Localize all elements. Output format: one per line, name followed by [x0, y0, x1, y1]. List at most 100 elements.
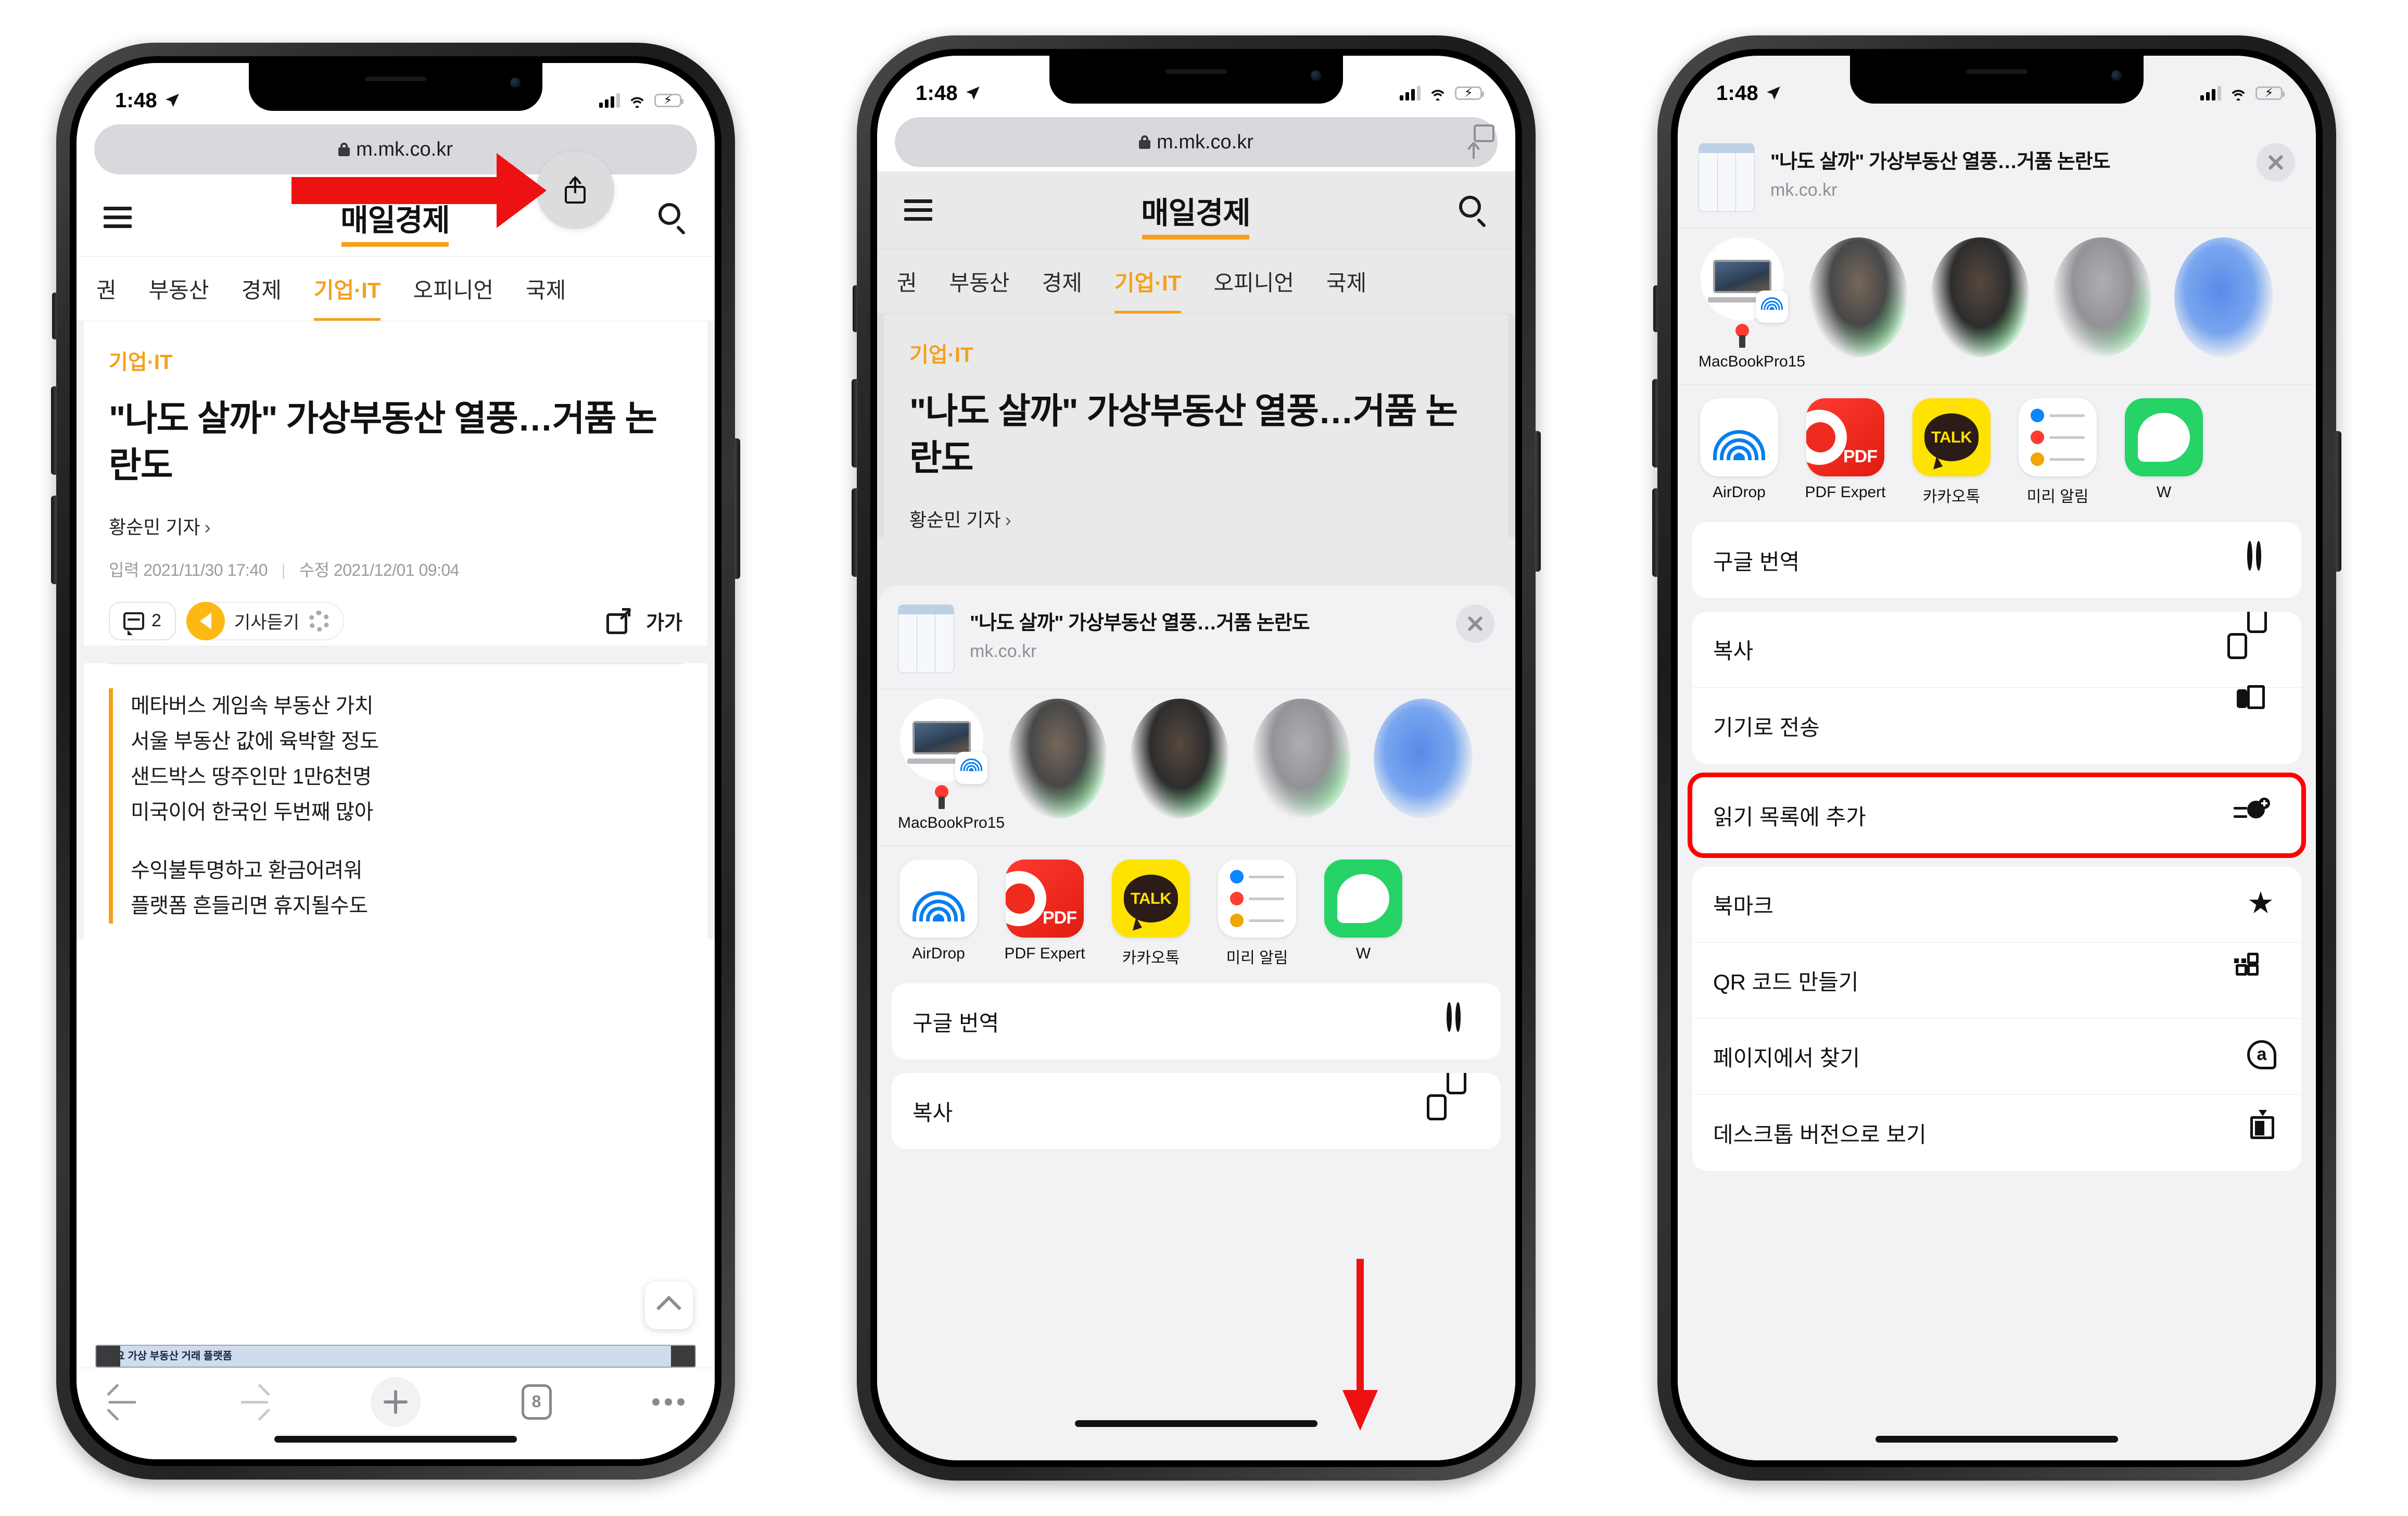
- menu-item-request-desktop-site[interactable]: 데스크톱 버전으로 보기: [1692, 1095, 2301, 1171]
- app-kakaotalk[interactable]: TALK 카카오톡: [1110, 860, 1192, 968]
- menu-item-google-translate[interactable]: 구글 번역: [892, 983, 1501, 1059]
- kakaotalk-icon: TALK: [1912, 398, 1991, 476]
- gear-icon[interactable]: [309, 610, 330, 631]
- phone-2-screen: 1:48 ⚡ m.mk.co.kr 매일경제 권 부동산 경제 기업·IT 오피…: [877, 56, 1515, 1460]
- app-label: 카카오톡: [1922, 488, 1981, 506]
- wifi-icon: [2232, 90, 2245, 100]
- app-airdrop[interactable]: AirDrop: [1699, 398, 1780, 501]
- kakaotalk-icon: TALK: [1112, 860, 1190, 938]
- app-whatsapp[interactable]: W: [2123, 398, 2204, 501]
- nav-item-2[interactable]: 경제: [242, 273, 282, 305]
- nav-item-5[interactable]: 국제: [526, 273, 566, 305]
- close-button[interactable]: [1456, 604, 1494, 643]
- site-nav: 권 부동산 경제 기업·IT 오피니언 국제: [877, 249, 1515, 314]
- menu-label: 읽기 목록에 추가: [1713, 804, 1866, 829]
- new-tab-button[interactable]: [371, 1376, 421, 1427]
- nav-item-4[interactable]: 오피니언: [413, 273, 493, 305]
- more-dots-icon[interactable]: [652, 1398, 685, 1406]
- menu-item-copy[interactable]: 복사: [1692, 612, 2301, 688]
- article-kicker: 기업·IT: [109, 351, 173, 374]
- article-byline[interactable]: 황순민 기자 ›: [909, 505, 1483, 532]
- airdrop-contact-blurred[interactable]: [1008, 699, 1107, 818]
- whatsapp-icon: [1324, 860, 1402, 938]
- address-bar[interactable]: m.mk.co.kr: [895, 117, 1498, 167]
- app-airdrop[interactable]: AirDrop: [898, 860, 979, 963]
- menu-item-create-qr-code[interactable]: QR 코드 만들기: [1692, 943, 2301, 1019]
- close-button[interactable]: [2257, 143, 2295, 182]
- airdrop-contact-blurred[interactable]: [1374, 699, 1473, 818]
- airdrop-contact-blurred[interactable]: [1809, 237, 1908, 357]
- airdrop-target[interactable]: MacBookPro15: [1699, 237, 1805, 371]
- airdrop-contact-blurred[interactable]: [1931, 237, 2030, 357]
- scroll-to-top-button[interactable]: [645, 1281, 693, 1329]
- menu-item-bookmark[interactable]: 북마크 ★: [1692, 867, 2301, 943]
- airdrop-icon: [1713, 411, 1765, 463]
- menu-item-find-on-page[interactable]: 페이지에서 찾기 a: [1692, 1019, 2301, 1095]
- nav-item-0[interactable]: 권: [96, 273, 117, 305]
- site-header: 매일경제: [877, 171, 1515, 249]
- listen-article-button[interactable]: 기사듣기: [186, 601, 345, 640]
- nav-item-3[interactable]: 기업·IT: [313, 273, 381, 321]
- nav-item-0[interactable]: 권: [897, 266, 917, 297]
- tab-count-button[interactable]: 8: [521, 1384, 552, 1420]
- app-pdf-expert[interactable]: PDF PDF Expert: [1004, 860, 1085, 963]
- nav-item-5[interactable]: 국제: [1326, 266, 1366, 297]
- airdrop-contact-blurred[interactable]: [1130, 699, 1229, 818]
- hamburger-icon[interactable]: [104, 207, 132, 228]
- hamburger-icon[interactable]: [904, 199, 932, 221]
- nav-item-1[interactable]: 부동산: [149, 273, 209, 305]
- nav-item-1[interactable]: 부동산: [949, 266, 1010, 297]
- pin-icon: [1734, 324, 1750, 348]
- notch: [249, 63, 542, 111]
- nav-item-3[interactable]: 기업·IT: [1114, 266, 1181, 313]
- app-label: 미리 알림: [1226, 950, 1288, 967]
- date-input-label: 입력: [109, 560, 139, 579]
- app-reminders[interactable]: 미리 알림: [2017, 398, 2098, 507]
- font-size-button[interactable]: 가가: [646, 607, 682, 635]
- reminders-icon: [2019, 398, 2097, 476]
- article: 기업·IT "나도 살까" 가상부동산 열풍…거품 논란도 황순민 기자 ›: [877, 314, 1515, 537]
- comment-button[interactable]: 2: [109, 601, 176, 640]
- search-icon[interactable]: [1459, 195, 1488, 228]
- menu-item-google-translate[interactable]: 구글 번역: [1692, 522, 2301, 598]
- menu-item-send-to-device[interactable]: 기기로 전송: [1692, 685, 2301, 764]
- battery-charging-icon: ⚡: [2255, 86, 2285, 100]
- share-sheet-host: mk.co.kr: [970, 641, 1037, 661]
- battery-charging-icon: ⚡: [1455, 86, 1484, 100]
- share-button-highlight[interactable]: [536, 151, 614, 229]
- article-dates: 입력 2021/11/30 17:40 | 수정 2021/12/01 09:0…: [109, 560, 460, 579]
- share-menu-group-1: 구글 번역: [1692, 522, 2301, 598]
- search-icon[interactable]: [658, 203, 688, 235]
- article: 기업·IT "나도 살까" 가상부동산 열풍…거품 논란도 황순민 기자 › 입력…: [77, 321, 715, 939]
- app-label: W: [2156, 484, 2172, 501]
- talk-badge: TALK: [1931, 428, 1972, 446]
- forward-arrow-icon[interactable]: [239, 1383, 270, 1421]
- airdrop-target[interactable]: MacBookPro15: [898, 699, 1005, 832]
- article-byline[interactable]: 황순민 기자 ›: [109, 512, 682, 539]
- airdrop-row: MacBookPro15: [1678, 228, 2316, 384]
- reminders-icon: [1218, 860, 1296, 938]
- airdrop-contact-blurred[interactable]: [2052, 237, 2151, 357]
- nav-item-2[interactable]: 경제: [1042, 266, 1082, 297]
- share-external-icon[interactable]: [606, 608, 631, 634]
- phone-3-frame: 1:48 ⚡ "나도 살까" 가상부동산 열풍…거품 논란도 mk.co.kr …: [1652, 35, 2341, 1481]
- close-icon: [1466, 615, 1484, 633]
- wifi-icon: [1431, 90, 1444, 100]
- app-whatsapp[interactable]: W: [1323, 860, 1404, 963]
- app-label: AirDrop: [1713, 484, 1766, 501]
- airdrop-contact-blurred[interactable]: [1252, 699, 1351, 818]
- back-arrow-icon[interactable]: [107, 1383, 138, 1421]
- webpage-content: 매일경제 권 부동산 경제 기업·IT 오피니언 국제 기업·IT "나도 살까…: [77, 179, 715, 1459]
- app-reminders[interactable]: 미리 알림: [1216, 860, 1298, 968]
- app-pdf-expert[interactable]: PDF PDF Expert: [1805, 398, 1886, 501]
- airdrop-contact-blurred[interactable]: [2174, 237, 2273, 357]
- nav-item-4[interactable]: 오피니언: [1213, 266, 1294, 297]
- share-menu-group-1: 구글 번역: [892, 983, 1501, 1059]
- menu-label: 페이지에서 찾기: [1713, 1046, 1860, 1070]
- app-kakaotalk[interactable]: TALK 카카오톡: [1911, 398, 1992, 507]
- url-text: m.mk.co.kr: [1157, 131, 1253, 153]
- location-arrow-icon: [966, 86, 980, 100]
- menu-item-add-to-reading-list[interactable]: 읽기 목록에 추가: [1692, 777, 2301, 853]
- share-sheet: "나도 살까" 가상부동산 열풍…거품 논란도 mk.co.kr MacBook…: [1678, 124, 2316, 1460]
- menu-item-copy[interactable]: 복사: [892, 1073, 1501, 1149]
